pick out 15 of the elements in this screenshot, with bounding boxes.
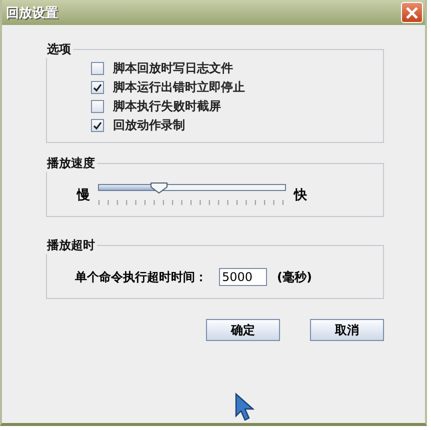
group-title: 播放速度 (46, 155, 96, 172)
checkbox-label[interactable]: 脚本运行出错时立即停止 (113, 79, 245, 96)
ok-button[interactable]: 确定 (206, 319, 280, 341)
checkbox-label[interactable]: 回放动作录制 (113, 117, 185, 134)
timeout-label: 单个命令执行超时时间： (75, 268, 207, 286)
group-title: 播放超时 (46, 237, 96, 254)
fast-label: 快 (294, 187, 307, 204)
unit-label: (毫秒) (277, 268, 312, 286)
checkbox-label[interactable]: 脚本执行失败时截屏 (113, 98, 221, 115)
cancel-button[interactable]: 取消 (310, 319, 384, 341)
group-title: 选项 (46, 41, 72, 58)
checkbox-label[interactable]: 脚本回放时写日志文件 (113, 60, 233, 77)
timeout-input-field[interactable]: 5000 (219, 268, 267, 286)
slow-label: 慢 (77, 187, 90, 204)
window-title: 回放设置 (6, 4, 58, 22)
